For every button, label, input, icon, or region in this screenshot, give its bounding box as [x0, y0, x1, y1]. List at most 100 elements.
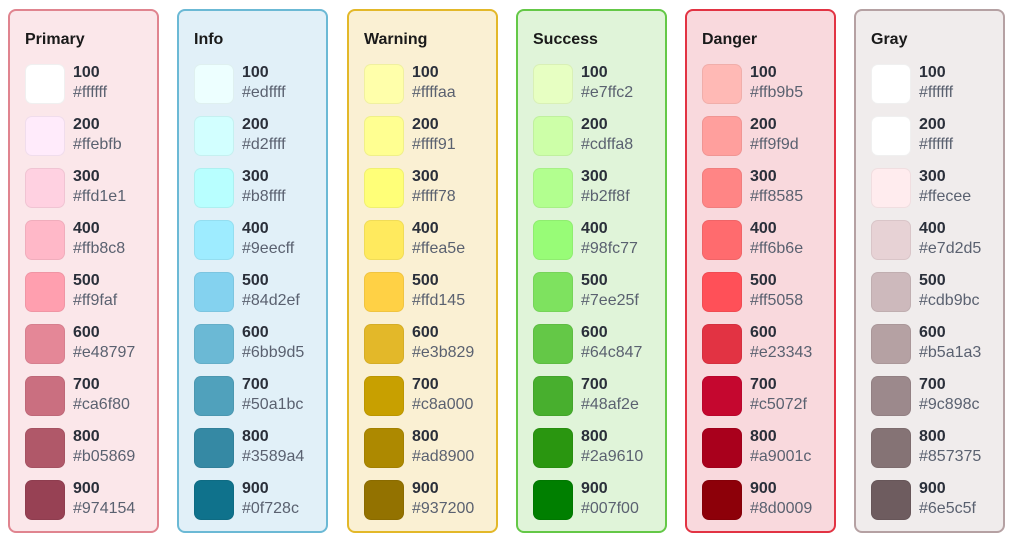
color-entry: 500 #ff5058 — [702, 272, 832, 314]
color-swatch — [702, 376, 742, 416]
color-entry: 900 #0f728c — [194, 480, 324, 522]
shade-label: 400 — [581, 220, 608, 237]
shade-label: 500 — [581, 272, 608, 289]
hex-code-label: #6e5c5f — [919, 500, 976, 517]
hex-code-label: #b5a1a3 — [919, 344, 982, 361]
palette-title: Danger — [702, 31, 758, 48]
shade-label: 400 — [919, 220, 946, 237]
color-entry: 100 #ffffaa — [364, 64, 494, 106]
hex-code-label: #d2ffff — [242, 136, 286, 153]
shade-label: 900 — [581, 480, 608, 497]
shade-label: 500 — [242, 272, 269, 289]
color-entry: 600 #e3b829 — [364, 324, 494, 366]
hex-code-label: #cdb9bc — [919, 292, 980, 309]
color-entry: 800 #2a9610 — [533, 428, 663, 470]
hex-code-label: #ffd1e1 — [73, 188, 127, 205]
color-entry: 400 #98fc77 — [533, 220, 663, 262]
shade-label: 100 — [919, 64, 946, 81]
hex-code-label: #ff5058 — [750, 292, 804, 309]
palette-panel-danger: Danger 100 #ffb9b5 200 #ff9f9d 300 #ff8585 400 #… — [685, 9, 836, 533]
shade-label: 200 — [581, 116, 608, 133]
color-swatch — [25, 428, 65, 468]
shade-label: 700 — [581, 376, 608, 393]
shade-label: 100 — [242, 64, 269, 81]
palette-title: Warning — [364, 31, 428, 48]
color-swatch — [702, 64, 742, 104]
color-entry: 300 #ffd1e1 — [25, 168, 155, 210]
palette-title: Success — [533, 31, 598, 48]
hex-code-label: #c5072f — [750, 396, 807, 413]
color-entry: 100 #ffffff — [25, 64, 155, 106]
shade-label: 600 — [412, 324, 439, 341]
shade-label: 300 — [581, 168, 608, 185]
color-swatch — [364, 324, 404, 364]
color-swatch — [702, 324, 742, 364]
color-entry: 800 #857375 — [871, 428, 1001, 470]
color-entry: 300 #b8ffff — [194, 168, 324, 210]
shade-label: 100 — [750, 64, 777, 81]
color-entry: 900 #007f00 — [533, 480, 663, 522]
color-swatch — [533, 64, 573, 104]
color-swatch — [871, 428, 911, 468]
color-entry: 400 #e7d2d5 — [871, 220, 1001, 262]
hex-code-label: #ff6b6e — [750, 240, 804, 257]
color-swatch — [702, 220, 742, 260]
hex-code-label: #974154 — [73, 500, 136, 517]
shade-label: 500 — [412, 272, 439, 289]
color-entry: 700 #9c898c — [871, 376, 1001, 418]
hex-code-label: #ffff78 — [412, 188, 456, 205]
shade-label: 800 — [73, 428, 100, 445]
color-entry: 500 #ff9faf — [25, 272, 155, 314]
hex-code-label: #64c847 — [581, 344, 643, 361]
hex-code-label: #c8a000 — [412, 396, 474, 413]
color-entry: 200 #ffebfb — [25, 116, 155, 158]
hex-code-label: #ffff91 — [412, 136, 456, 153]
hex-code-label: #e7d2d5 — [919, 240, 982, 257]
color-swatch — [25, 116, 65, 156]
color-swatch — [871, 64, 911, 104]
shade-label: 200 — [750, 116, 777, 133]
hex-code-label: #ffffff — [919, 84, 954, 101]
shade-label: 300 — [412, 168, 439, 185]
hex-code-label: #98fc77 — [581, 240, 638, 257]
shade-label: 600 — [750, 324, 777, 341]
color-entry: 200 #ffffff — [871, 116, 1001, 158]
shade-label: 400 — [750, 220, 777, 237]
hex-code-label: #ffea5e — [412, 240, 466, 257]
color-swatch — [364, 428, 404, 468]
color-swatch — [364, 480, 404, 520]
shade-label: 600 — [581, 324, 608, 341]
shade-label: 600 — [919, 324, 946, 341]
shade-label: 500 — [750, 272, 777, 289]
palette-title: Gray — [871, 31, 908, 48]
hex-code-label: #ffebfb — [73, 136, 122, 153]
color-swatch — [194, 168, 234, 208]
color-entry: 100 #e7ffc2 — [533, 64, 663, 106]
shade-label: 800 — [412, 428, 439, 445]
color-swatch — [871, 116, 911, 156]
shade-label: 600 — [73, 324, 100, 341]
hex-code-label: #ad8900 — [412, 448, 475, 465]
color-swatch — [533, 116, 573, 156]
hex-code-label: #ff9f9d — [750, 136, 799, 153]
color-swatch — [364, 272, 404, 312]
color-swatch — [871, 168, 911, 208]
color-swatch — [194, 428, 234, 468]
color-swatch — [533, 324, 573, 364]
color-entry: 600 #e48797 — [25, 324, 155, 366]
hex-code-label: #8d0009 — [750, 500, 813, 517]
color-entry: 700 #50a1bc — [194, 376, 324, 418]
color-entry: 200 #d2ffff — [194, 116, 324, 158]
color-entry: 200 #ff9f9d — [702, 116, 832, 158]
color-entry: 500 #7ee25f — [533, 272, 663, 314]
hex-code-label: #ffffff — [919, 136, 954, 153]
shade-label: 200 — [242, 116, 269, 133]
hex-code-label: #857375 — [919, 448, 982, 465]
shade-label: 900 — [242, 480, 269, 497]
hex-code-label: #ca6f80 — [73, 396, 130, 413]
hex-code-label: #ff8585 — [750, 188, 804, 205]
palette-title: Primary — [25, 31, 85, 48]
shade-label: 400 — [412, 220, 439, 237]
shade-label: 800 — [750, 428, 777, 445]
hex-code-label: #b2ff8f — [581, 188, 630, 205]
